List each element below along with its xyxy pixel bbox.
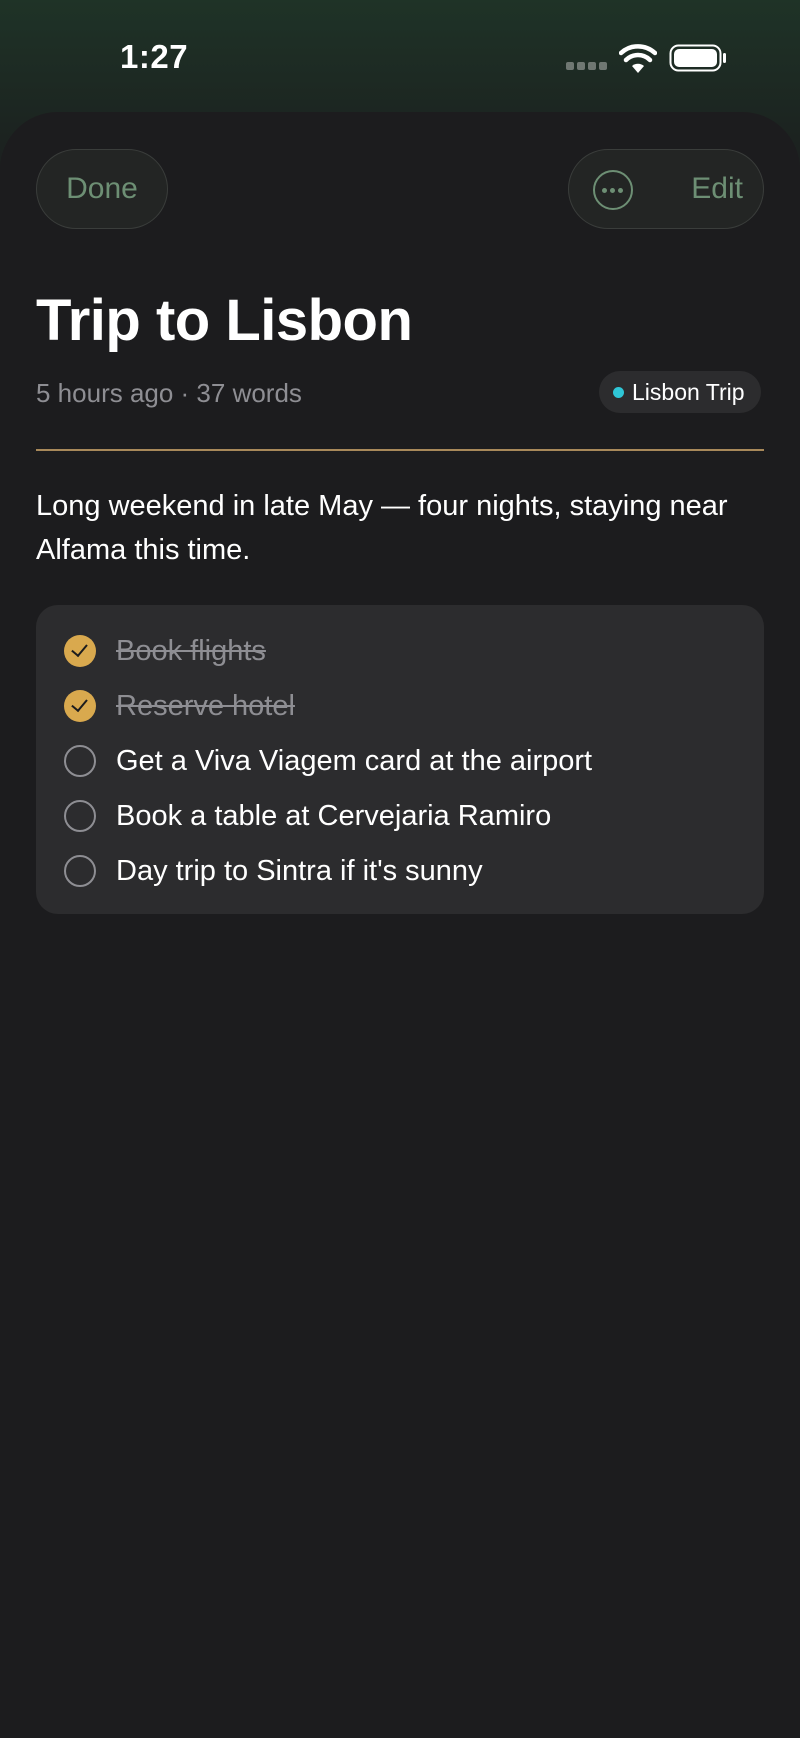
checked-circle-icon[interactable] xyxy=(64,635,96,667)
checked-circle-icon[interactable] xyxy=(64,690,96,722)
edit-button[interactable]: Edit xyxy=(691,172,743,206)
note-sheet: Done Edit Trip to Lisbon 5 hours ago · 3… xyxy=(0,112,800,1738)
done-label: Done xyxy=(66,172,138,205)
status-bar: 1:27 xyxy=(0,0,800,112)
checklist-item-text: Get a Viva Viagem card at the airport xyxy=(116,745,593,777)
signal-icon xyxy=(566,62,608,72)
checklist-item[interactable]: Reserve hotel xyxy=(36,678,764,733)
divider xyxy=(36,449,764,451)
empty-circle-icon[interactable] xyxy=(64,745,96,777)
checklist: Book flights Reserve hotel Get a Viva Vi… xyxy=(36,605,764,914)
tag-color-dot xyxy=(613,386,624,398)
battery-icon xyxy=(669,44,726,72)
wifi-icon xyxy=(619,44,657,73)
checklist-item[interactable]: Day trip to Sintra if it's sunny xyxy=(36,843,764,898)
checklist-item[interactable]: Book a table at Cervejaria Ramiro xyxy=(36,788,764,843)
checklist-item-text: Reserve hotel xyxy=(116,690,295,722)
ellipsis-circle-icon[interactable] xyxy=(593,170,633,210)
actions-pill: Edit xyxy=(568,149,764,229)
checklist-item-text: Book a table at Cervejaria Ramiro xyxy=(116,800,552,832)
tag-chip[interactable]: Lisbon Trip xyxy=(599,371,761,413)
tag-label: Lisbon Trip xyxy=(632,378,745,405)
note-title: Trip to Lisbon xyxy=(36,288,413,353)
checklist-item-text: Book flights xyxy=(116,635,266,667)
note-body[interactable]: Long weekend in late May — four nights, … xyxy=(36,484,736,572)
note-meta: 5 hours ago · 37 words xyxy=(36,378,302,408)
empty-circle-icon[interactable] xyxy=(64,855,96,887)
checklist-item[interactable]: Book flights xyxy=(36,623,764,678)
empty-circle-icon[interactable] xyxy=(64,800,96,832)
done-button[interactable]: Done xyxy=(36,149,168,229)
checklist-item[interactable]: Get a Viva Viagem card at the airport xyxy=(36,733,764,788)
checklist-item-text: Day trip to Sintra if it's sunny xyxy=(116,855,483,887)
screen: 1:27 Done Edit Trip to Lisbon 5 hours ag… xyxy=(0,0,800,1738)
status-time: 1:27 xyxy=(120,38,189,75)
